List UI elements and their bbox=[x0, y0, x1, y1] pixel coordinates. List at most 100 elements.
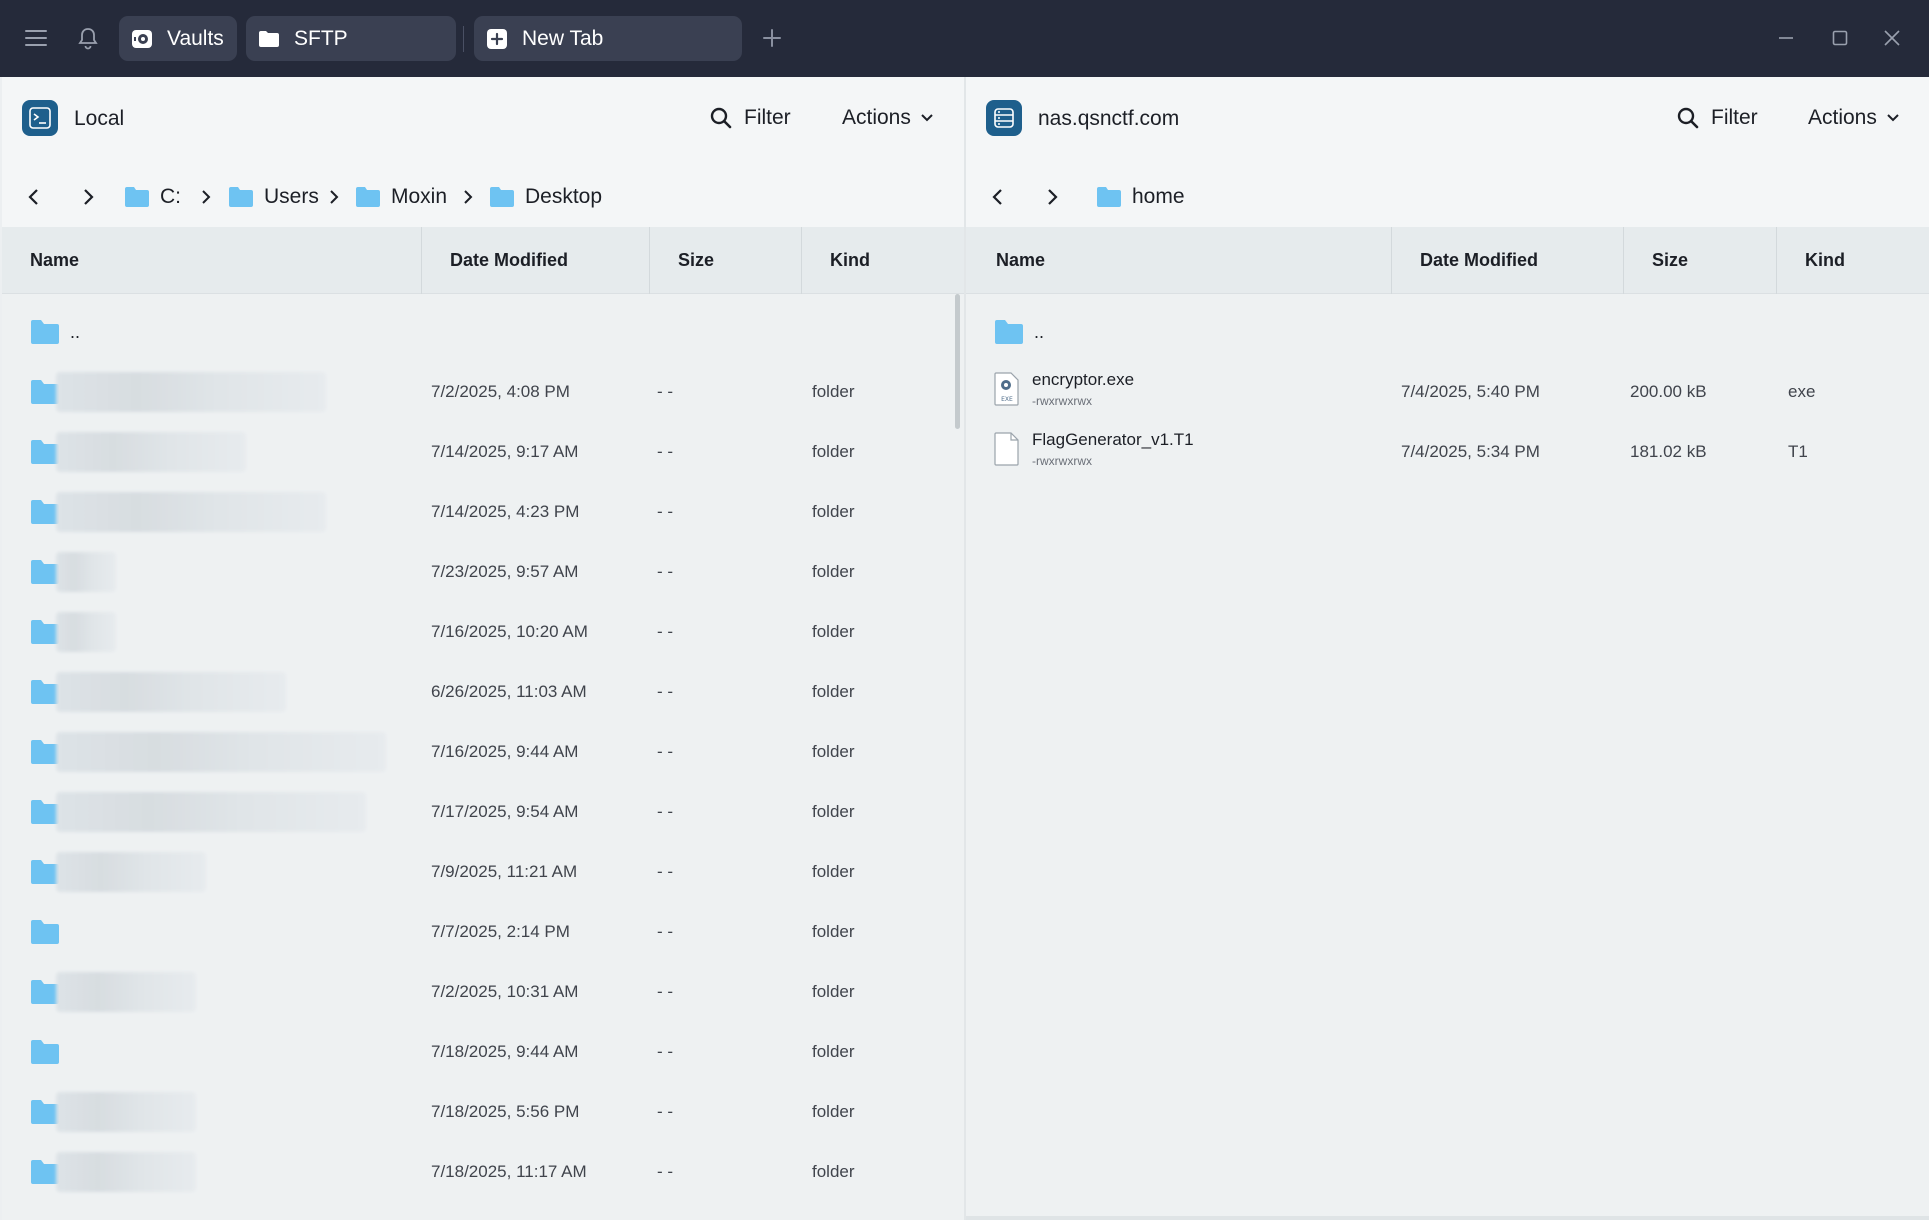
column-header-size[interactable]: Size bbox=[1652, 227, 1688, 294]
column-header-date[interactable]: Date Modified bbox=[450, 227, 568, 294]
parent-directory-label: .. bbox=[1034, 322, 1045, 342]
folder-row[interactable]: 7/18/2025, 11:17 AM - - folder bbox=[2, 1142, 964, 1202]
menu-icon[interactable] bbox=[22, 24, 50, 52]
breadcrumb-item-users[interactable]: Users bbox=[228, 181, 319, 213]
column-divider[interactable] bbox=[801, 227, 802, 294]
redacted-name bbox=[56, 492, 326, 532]
kind: folder bbox=[812, 682, 855, 701]
redacted-name bbox=[56, 372, 326, 412]
date-modified: 7/16/2025, 10:20 AM bbox=[431, 622, 588, 641]
bell-icon[interactable] bbox=[74, 24, 102, 52]
redacted-name bbox=[56, 1152, 196, 1192]
folder-icon bbox=[31, 1040, 59, 1064]
kind: folder bbox=[812, 382, 855, 401]
column-header-name[interactable]: Name bbox=[996, 227, 1045, 294]
date-modified: 7/18/2025, 11:17 AM bbox=[431, 1162, 587, 1181]
forward-icon[interactable] bbox=[76, 185, 100, 209]
parent-directory-row[interactable]: .. bbox=[966, 302, 1929, 362]
folder-icon bbox=[31, 320, 59, 344]
date-modified: 7/17/2025, 9:54 AM bbox=[431, 802, 579, 821]
column-divider[interactable] bbox=[649, 227, 650, 294]
folder-row[interactable]: 7/23/2025, 9:57 AM - - folder bbox=[2, 542, 964, 602]
file-list: .. EXE encryptor.exe -rwxrwxrwx 7/4/2025… bbox=[966, 294, 1929, 1220]
breadcrumb-item-c[interactable]: C: bbox=[124, 181, 181, 213]
filter-button[interactable]: Filter bbox=[1675, 103, 1758, 133]
parent-directory-label: .. bbox=[70, 322, 81, 342]
kind: folder bbox=[812, 922, 855, 941]
folder-row[interactable]: 7/18/2025, 9:44 AM - - folder bbox=[2, 1022, 964, 1082]
file-permissions: -rwxrwxrwx bbox=[1032, 454, 1092, 468]
file-kind: exe bbox=[1788, 382, 1816, 401]
file-row[interactable]: FlagGenerator_v1.T1 -rwxrwxrwx 7/4/2025,… bbox=[966, 422, 1929, 482]
maximize-icon[interactable] bbox=[1824, 22, 1856, 54]
folder-row[interactable]: 6/26/2025, 11:03 AM - - folder bbox=[2, 662, 964, 722]
folder-icon bbox=[125, 187, 149, 207]
pane-bottom-edge bbox=[966, 1216, 1929, 1220]
breadcrumb-item-moxin[interactable]: Moxin bbox=[355, 181, 447, 213]
file-name: encryptor.exe bbox=[1032, 370, 1135, 389]
column-header-name[interactable]: Name bbox=[30, 227, 79, 294]
column-divider[interactable] bbox=[1623, 227, 1624, 294]
folder-row[interactable]: 7/16/2025, 10:20 AM - - folder bbox=[2, 602, 964, 662]
folder-row[interactable]: 7/2/2025, 4:08 PM - - folder bbox=[2, 362, 964, 422]
column-header-kind[interactable]: Kind bbox=[830, 227, 870, 294]
folder-row[interactable]: 7/14/2025, 9:17 AM - - folder bbox=[2, 422, 964, 482]
breadcrumb: C: Users Moxin Desktop bbox=[2, 177, 964, 217]
back-icon[interactable] bbox=[986, 185, 1010, 209]
folder-icon bbox=[258, 28, 280, 50]
pane-header: Local Filter Actions C: Users Moxin Desk… bbox=[2, 77, 964, 227]
file-row[interactable]: EXE encryptor.exe -rwxrwxrwx 7/4/2025, 5… bbox=[966, 362, 1929, 422]
tab-new-tab[interactable]: New Tab bbox=[474, 16, 742, 61]
breadcrumb-label: Users bbox=[264, 185, 319, 208]
column-header-kind[interactable]: Kind bbox=[1805, 227, 1845, 294]
breadcrumb-item-home[interactable]: home bbox=[1096, 181, 1185, 213]
kind: folder bbox=[812, 1042, 855, 1061]
add-tab-icon[interactable] bbox=[758, 24, 786, 52]
host-name: nas.qsnctf.com bbox=[1038, 107, 1180, 130]
folder-row[interactable]: 7/18/2025, 5:56 PM - - folder bbox=[2, 1082, 964, 1142]
file-list: .. 7/2/2025, 4:08 PM - - folder 7/14/2025, … bbox=[2, 294, 964, 1220]
column-divider[interactable] bbox=[421, 227, 422, 294]
kind: folder bbox=[812, 982, 855, 1001]
folder-row[interactable]: 7/2/2025, 10:31 AM - - folder bbox=[2, 962, 964, 1022]
file-icon bbox=[994, 432, 1019, 466]
tab-sftp[interactable]: SFTP bbox=[246, 16, 456, 61]
tab-separator bbox=[463, 26, 464, 52]
folder-row[interactable]: 7/17/2025, 9:54 AM - - folder bbox=[2, 782, 964, 842]
date-modified: 6/26/2025, 11:03 AM bbox=[431, 682, 587, 701]
size: - - bbox=[657, 562, 674, 581]
column-header-date[interactable]: Date Modified bbox=[1420, 227, 1538, 294]
actions-dropdown[interactable]: Actions bbox=[1808, 103, 1901, 133]
column-divider[interactable] bbox=[1391, 227, 1392, 294]
folder-row[interactable]: 7/9/2025, 11:21 AM - - folder bbox=[2, 842, 964, 902]
column-divider[interactable] bbox=[1776, 227, 1777, 294]
tab-vaults[interactable]: Vaults bbox=[119, 16, 237, 61]
size: - - bbox=[657, 1162, 674, 1181]
folder-icon bbox=[229, 187, 253, 207]
scrollbar-thumb[interactable] bbox=[955, 294, 960, 429]
folder-row[interactable]: 7/7/2025, 2:14 PM - - folder bbox=[2, 902, 964, 962]
breadcrumb: home bbox=[966, 177, 1929, 217]
parent-directory-row[interactable]: .. bbox=[2, 302, 964, 362]
host-name: Local bbox=[74, 107, 125, 130]
folder-row[interactable]: 7/14/2025, 4:23 PM - - folder bbox=[2, 482, 964, 542]
breadcrumb-label: C: bbox=[160, 185, 181, 208]
breadcrumb-item-desktop[interactable]: Desktop bbox=[489, 181, 602, 213]
size: - - bbox=[657, 742, 674, 761]
column-header-size[interactable]: Size bbox=[678, 227, 714, 294]
forward-icon[interactable] bbox=[1040, 185, 1064, 209]
redacted-name bbox=[56, 852, 206, 892]
back-icon[interactable] bbox=[22, 185, 46, 209]
size: - - bbox=[657, 802, 674, 821]
file-size: 200.00 kB bbox=[1630, 382, 1707, 401]
date-modified: 7/7/2025, 2:14 PM bbox=[431, 922, 570, 941]
actions-dropdown[interactable]: Actions bbox=[842, 103, 935, 133]
minimize-icon[interactable] bbox=[1770, 22, 1802, 54]
redacted-name bbox=[56, 792, 366, 832]
close-icon[interactable] bbox=[1876, 22, 1908, 54]
actions-label: Actions bbox=[842, 106, 911, 129]
filter-button[interactable]: Filter bbox=[708, 103, 791, 133]
tab-label: New Tab bbox=[522, 26, 604, 50]
folder-row[interactable]: 7/16/2025, 9:44 AM - - folder bbox=[2, 722, 964, 782]
redacted-name bbox=[56, 432, 246, 472]
